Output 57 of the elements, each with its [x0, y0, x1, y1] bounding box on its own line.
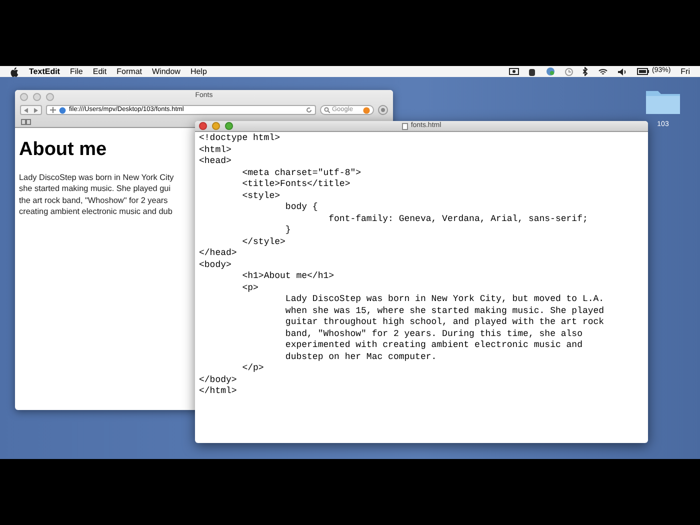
download-icon[interactable] — [378, 105, 388, 115]
back-icon[interactable] — [24, 108, 28, 112]
code-line: </style> — [241, 236, 286, 248]
code-line: Lady DiscoStep was born in New York City, but moved to L.A. — [284, 294, 604, 306]
menu-item[interactable]: Window — [152, 66, 180, 78]
menu-item[interactable]: Help — [190, 66, 207, 78]
menu-item[interactable]: Edit — [92, 66, 107, 78]
code-line: <head> — [199, 156, 232, 168]
volume-icon[interactable] — [618, 68, 627, 76]
paragraph-line: she started making music. She played gui — [19, 183, 171, 195]
code-line: <style> — [241, 190, 280, 202]
code-line: <!doctype html> — [199, 133, 280, 144]
code-line: } — [284, 225, 291, 236]
code-line: band, "Whoshow" for 2 years. During this time, she also — [284, 328, 582, 340]
search-icon — [324, 107, 330, 113]
paragraph-line: creating ambient electronic music and dub — [19, 206, 172, 218]
zoom-button[interactable] — [225, 122, 233, 130]
code-line: <h1>About me</h1> — [241, 271, 334, 282]
battery-icon[interactable] — [636, 68, 649, 75]
apple-icon[interactable] — [10, 66, 19, 76]
code-line: <body> — [199, 260, 232, 271]
zoom-button[interactable] — [46, 92, 54, 100]
close-button[interactable] — [20, 92, 28, 100]
code-line: </p> — [241, 363, 264, 374]
code-line: </head> — [199, 248, 237, 260]
clock-icon[interactable] — [564, 68, 573, 76]
menu-item[interactable]: Format — [116, 66, 142, 78]
reload-icon[interactable] — [306, 107, 312, 113]
menu-item[interactable]: File — [70, 66, 83, 78]
paragraph-line: the art rock band, "Whoshow" for 2 years — [19, 194, 168, 206]
code-line: dubstep on her Mac computer. — [284, 352, 437, 363]
menu-clock[interactable]: Fri — [680, 66, 690, 78]
page-heading: About me — [19, 138, 107, 162]
camera-icon[interactable] — [508, 68, 519, 75]
back-forward-button[interactable] — [20, 105, 42, 115]
wifi-icon[interactable] — [598, 68, 608, 76]
plus-icon[interactable] — [50, 107, 56, 113]
app-menu[interactable]: TextEdit — [29, 66, 60, 78]
code-line: <html> — [199, 144, 232, 156]
code-line: <meta charset="utf-8"> — [241, 168, 362, 179]
code-line: <p> — [241, 282, 258, 294]
minimize-button[interactable] — [33, 92, 41, 100]
code-line: </html> — [199, 386, 237, 398]
code-line: guitar throughout high school, and played with the art rock — [284, 317, 604, 328]
close-button[interactable] — [199, 122, 207, 130]
paragraph-line: Lady DiscoStep was born in New York City — [19, 172, 174, 184]
code-line: experimented with creating ambient electronic music and — [284, 340, 582, 352]
code-line: <title>Fonts</title> — [241, 179, 350, 190]
code-line: </body> — [199, 374, 237, 386]
code-line: font-family: Geneva, Verdana, Arial, sans-serif; — [328, 214, 588, 225]
document-icon — [402, 122, 408, 130]
code-line: body { — [284, 202, 318, 214]
forward-icon[interactable] — [34, 108, 38, 112]
bluetooth-icon[interactable] — [582, 67, 588, 76]
bookmarks-icon[interactable] — [21, 119, 31, 125]
code-line: when she was 15, where she started making music. She played — [284, 306, 604, 317]
minimize-button[interactable] — [212, 122, 220, 130]
